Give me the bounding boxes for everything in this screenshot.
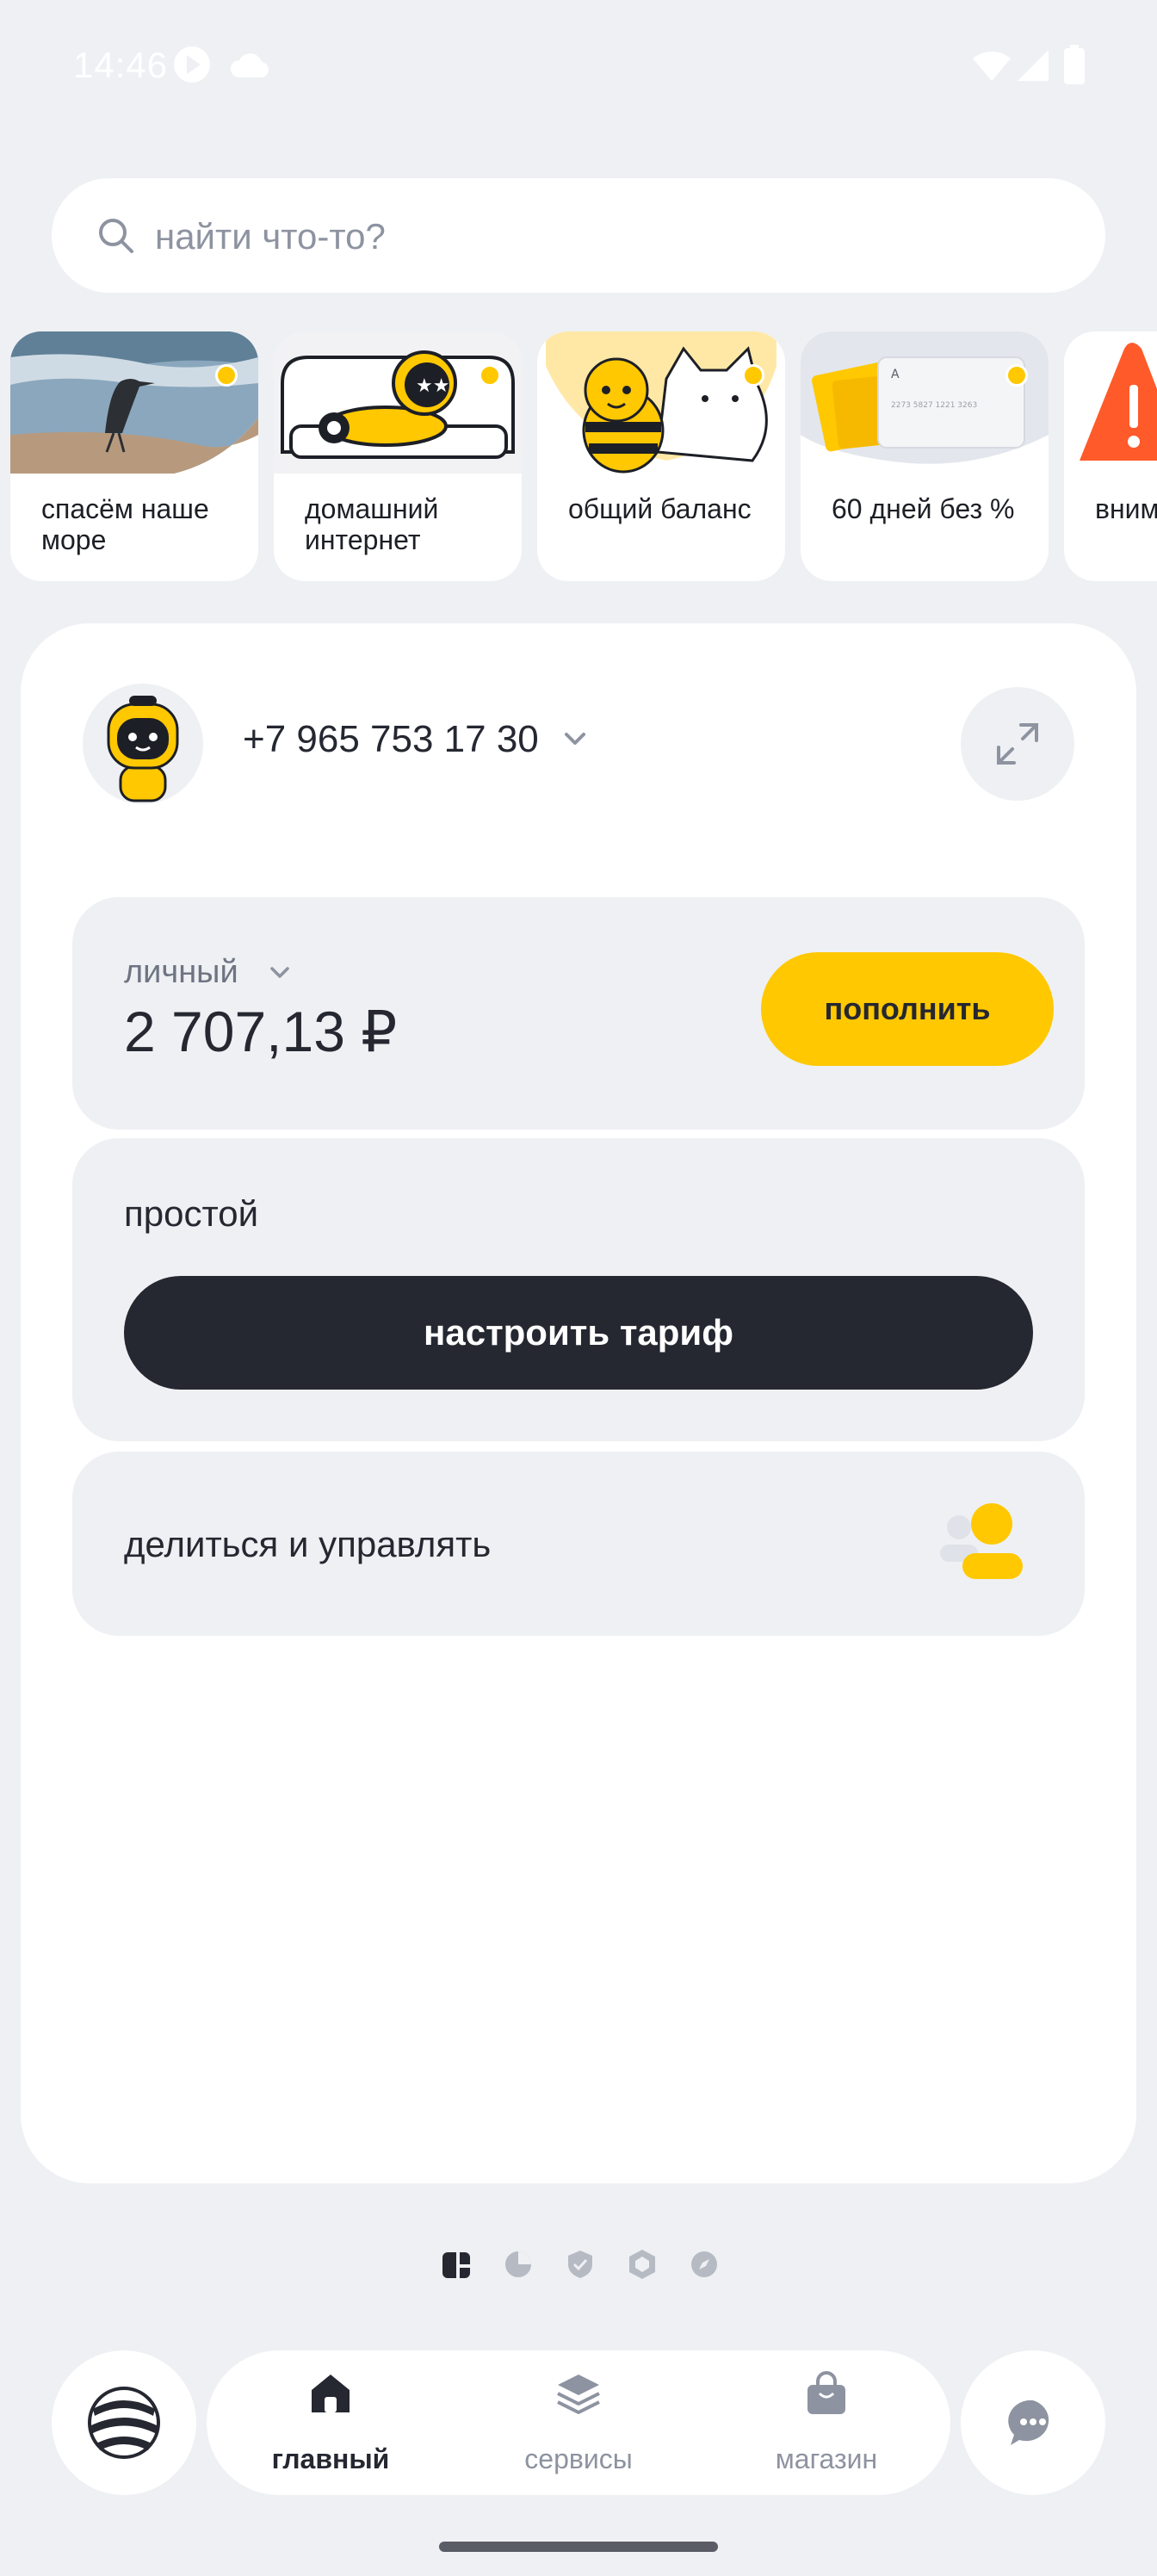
home-indicator[interactable] — [439, 2542, 718, 2552]
story-card[interactable]: вним мош — [1064, 331, 1157, 581]
shopping-bag-icon — [807, 2371, 845, 2414]
unread-dot — [215, 364, 238, 387]
nav-item-home[interactable]: главный — [207, 2350, 455, 2495]
topup-button[interactable]: пополнить — [761, 952, 1054, 1066]
story-card[interactable]: общий баланс — [537, 331, 785, 581]
story-title: домашний интернет — [305, 493, 439, 555]
status-bar: 14:46 — [0, 0, 1157, 129]
search-placeholder: найти что-то? — [155, 216, 386, 257]
balance-panel: личный 2 707,13 ₽ пополнить — [72, 897, 1085, 1130]
beeline-logo-icon — [88, 2387, 160, 2459]
status-time: 14:46 — [73, 45, 169, 85]
svg-text:A: A — [891, 368, 900, 381]
home-icon — [312, 2375, 350, 2412]
account-card: +7 965 753 17 30 личный 2 707,13 ₽ попол… — [21, 623, 1136, 2183]
unread-dot — [742, 364, 764, 387]
story-card[interactable]: A 2273 5827 1221 3263 60 дней без % — [801, 331, 1049, 581]
story-title: общий баланс — [568, 493, 752, 524]
chat-button[interactable] — [961, 2350, 1105, 2495]
phone-number[interactable]: +7 965 753 17 30 — [243, 718, 539, 761]
balance-amount: 2 707,13 ₽ — [124, 1000, 398, 1063]
search-icon — [99, 219, 133, 253]
cards-icon[interactable] — [439, 2247, 473, 2282]
nav-item-services[interactable]: сервисы — [455, 2350, 702, 2495]
heron-photo — [10, 331, 258, 474]
story-title: 60 дней без % — [832, 493, 1015, 524]
avatar[interactable] — [83, 684, 203, 804]
stories-carousel[interactable]: спасём наше море ★★ домашний интернет об… — [0, 331, 1157, 581]
battery-icon — [1064, 45, 1085, 89]
nav-label: главный — [271, 2443, 390, 2474]
bottom-nav: главный сервисы магазин — [207, 2350, 950, 2495]
share-label: делиться и управлять — [124, 1524, 492, 1564]
compass-icon[interactable] — [687, 2247, 721, 2282]
shield-icon[interactable] — [563, 2247, 597, 2282]
wifi-icon — [971, 48, 1012, 87]
chat-icon — [1008, 2400, 1049, 2445]
hexagon-icon[interactable] — [625, 2247, 659, 2282]
signal-icon — [1016, 48, 1050, 87]
app-screen: 14:46 найти что-то? спасём наше море ★★ … — [0, 0, 1157, 2576]
svg-text:★★: ★★ — [416, 375, 449, 397]
story-title: вним мош — [1095, 493, 1157, 524]
balance-type-label[interactable]: личный — [124, 954, 238, 991]
unread-dot — [479, 364, 501, 387]
svg-text:2273 5827 1221 3263: 2273 5827 1221 3263 — [891, 401, 977, 410]
users-icon — [940, 1503, 1023, 1579]
play-icon — [172, 45, 212, 89]
layers-icon — [557, 2375, 600, 2414]
story-card[interactable]: спасём наше море — [10, 331, 258, 581]
bee-and-cat — [537, 331, 785, 474]
chevron-down-icon[interactable] — [560, 723, 591, 754]
tariff-name: простой — [124, 1193, 259, 1234]
nav-label: сервисы — [524, 2443, 633, 2474]
bank-card: A 2273 5827 1221 3263 — [801, 331, 1049, 464]
story-title: спасём наше море — [41, 493, 209, 555]
cloud-icon — [229, 50, 269, 84]
expand-icon — [997, 723, 1038, 765]
beeline-logo-button[interactable] — [52, 2350, 196, 2495]
nav-item-shop[interactable]: магазин — [702, 2350, 950, 2495]
unread-dot — [1005, 364, 1028, 387]
robot-on-sofa: ★★ — [274, 331, 522, 474]
chevron-down-icon[interactable] — [267, 959, 293, 985]
tariff-panel: простой настроить тариф — [72, 1138, 1085, 1441]
story-card[interactable]: ★★ домашний интернет — [274, 331, 522, 581]
warning-icon — [1064, 331, 1157, 474]
nav-label: магазин — [775, 2443, 878, 2474]
page-indicators[interactable] — [439, 2247, 723, 2290]
configure-tariff-button[interactable]: настроить тариф — [124, 1276, 1033, 1390]
share-manage-panel[interactable]: делиться и управлять — [72, 1452, 1085, 1636]
expand-button[interactable] — [961, 687, 1074, 801]
pie-chart-icon[interactable] — [501, 2247, 535, 2282]
search-input[interactable]: найти что-то? — [52, 178, 1105, 293]
